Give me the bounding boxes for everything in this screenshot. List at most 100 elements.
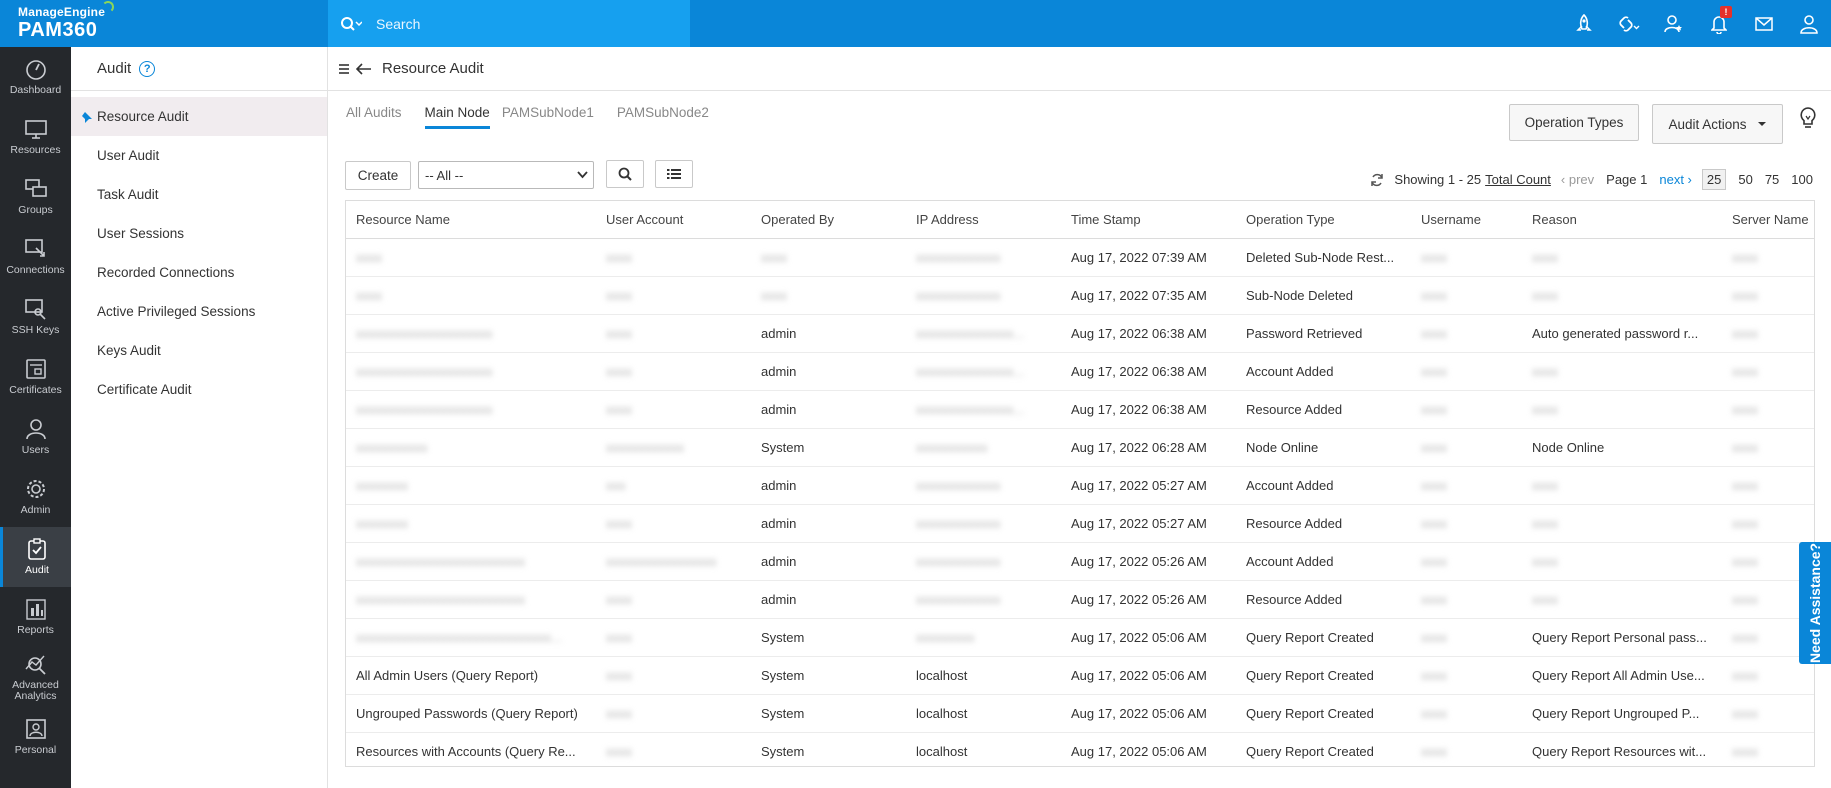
table-row[interactable]: xxxxxxxxxxx xxxxxxxxxxxx System xxxxxxxxxxx… [346,428,1814,467]
rail-item-groups[interactable]: Groups [0,167,71,227]
lightbulb-icon[interactable] [1799,107,1817,131]
table-row[interactable]: xxxxxxxxxxxxxxxxxxxxxxxxxx xxxx admin xxxxx… [346,580,1814,619]
table-row[interactable]: xxxxxxxx xxx admin xxxxxxxxxxxxx Aug 17, 202… [346,466,1814,505]
submenu-item-user-sessions[interactable]: User Sessions [71,214,327,253]
rail-label: Advanced Analytics [12,678,59,702]
submenu-item-active-privileged-sessions[interactable]: Active Privileged Sessions [71,292,327,331]
table-row[interactable]: xxxxxxxxxxxxxxxxxxxxxxxxxxxxxx... xxxx Sys… [346,618,1814,657]
help-icon[interactable]: ? [139,60,156,77]
rail-item-admin[interactable]: Admin [0,467,71,527]
prev-page-button[interactable]: ‹ prev [1561,172,1594,187]
submenu-item-keys-audit[interactable]: Keys Audit [71,331,327,370]
table-search-button[interactable] [606,160,644,188]
table-cell: Query Report Personal pass... [1522,618,1722,657]
submenu-item-resource-audit[interactable]: Resource Audit [71,97,327,136]
table-cell: xxxx [596,732,751,766]
rail-item-users[interactable]: Users [0,407,71,467]
submenu-list: Resource Audit User Audit Task Audit Use… [71,91,327,409]
table-row[interactable]: xxxxxxxx xxxx admin xxxxxxxxxxxxx Aug 17, 20… [346,504,1814,543]
rocket-icon[interactable] [1561,0,1606,47]
column-header[interactable]: Time Stamp [1061,201,1236,239]
page-size-25[interactable]: 25 [1701,169,1727,190]
back-arrow-icon[interactable] [356,62,372,75]
rail-item-certificates[interactable]: Certificates [0,347,71,407]
table-row[interactable]: xxxxxxxxxxxxxxxxxxxxx xxxx admin xxxxxxxxxx… [346,352,1814,391]
table-cell: xxxx [596,580,751,619]
collapse-menu-icon[interactable] [338,63,350,75]
next-page-button[interactable]: next › [1659,172,1692,187]
page-size-100[interactable]: 100 [1791,172,1813,187]
rail-item-dashboard[interactable]: Dashboard [0,47,71,107]
table-row[interactable]: xxxxxxxxxxxxxxxxxxxxx xxxx admin xxxxxxxxxx… [346,314,1814,353]
table-cell: xxxxxxxxxxxxxxx... [906,352,1061,391]
table-row[interactable]: xxxx xxxx xxxx xxxxxxxxxxxxx Aug 17, 2022 07… [346,238,1814,277]
total-count-link[interactable]: Total Count [1485,172,1551,187]
table-cell: System [751,618,906,657]
table-cell: Node Online [1522,428,1722,467]
audit-actions-button[interactable]: Audit Actions [1652,104,1783,144]
table-cell: Query Report Ungrouped P... [1522,694,1722,733]
page-title: Resource Audit [382,60,484,77]
column-header[interactable]: Username [1411,201,1522,239]
rail-item-ssh-keys[interactable]: SSH Keys [0,287,71,347]
column-header[interactable]: Operated By [751,201,906,239]
table-cell: Resources with Accounts (Query Re... [346,732,596,766]
brand-logo[interactable]: ManageEngine PAM360 [0,0,328,47]
search-icon[interactable] [340,16,366,32]
user-star-icon[interactable] [1651,0,1696,47]
rail-item-personal[interactable]: Personal [0,707,71,767]
tab-pamsubnode1[interactable]: PAMSubNode1 [502,105,605,129]
mail-icon[interactable] [1741,0,1786,47]
filter-select[interactable]: -- All -- [418,161,594,189]
dashboard-icon [25,60,46,80]
submenu-item-user-audit[interactable]: User Audit [71,136,327,175]
table-row[interactable]: xxxxxxxxxxxxxxxxxxxxxxxxxx xxxxxxxxxxxxxx… [346,542,1814,581]
create-button[interactable]: Create [345,161,411,190]
table-cell: xxxx [1411,542,1522,581]
table-cell: xxxxxxxxxxxxxxx... [906,314,1061,353]
table-cell: xxxx [1411,504,1522,543]
submenu-item-task-audit[interactable]: Task Audit [71,175,327,214]
table-body: xxxx xxxx xxxx xxxxxxxxxxxxx Aug 17, 2022 07… [346,238,1814,766]
table-cell: xxxx [1722,466,1814,505]
column-header[interactable]: IP Address [906,201,1061,239]
link-settings-icon[interactable] [1606,0,1651,47]
rail-item-audit[interactable]: Audit [0,527,71,587]
search-input[interactable] [376,15,676,32]
table-cell: xxxx [1411,352,1522,391]
rail-item-advanced-analytics[interactable]: Advanced Analytics [0,647,71,707]
column-header[interactable]: Reason [1522,201,1722,239]
table-row[interactable]: xxxx xxxx xxxx xxxxxxxxxxxxx Aug 17, 2022 07… [346,276,1814,315]
operation-types-button[interactable]: Operation Types [1509,104,1639,141]
table-cell: xxxx [1411,238,1522,277]
rail-item-connections[interactable]: Connections [0,227,71,287]
column-header[interactable]: Server Name [1722,201,1814,239]
table-row[interactable]: Resources with Accounts (Query Re... xxxx… [346,732,1814,766]
table-row[interactable]: xxxxxxxxxxxxxxxxxxxxx xxxx admin xxxxxxxxxx… [346,390,1814,429]
profile-icon[interactable] [1786,0,1831,47]
submenu-item-certificate-audit[interactable]: Certificate Audit [71,370,327,409]
tab-main-node[interactable]: Main Node [424,105,490,129]
notification-bell-icon[interactable]: ! [1696,0,1741,47]
submenu-item-recorded-connections[interactable]: Recorded Connections [71,253,327,292]
page-size-50[interactable]: 50 [1738,172,1752,187]
rail-item-reports[interactable]: Reports [0,587,71,647]
tab-all-audits[interactable]: All Audits [346,105,413,129]
table-cell: xxxx [1722,390,1814,429]
refresh-icon[interactable] [1370,173,1384,187]
submenu-item-label: User Sessions [97,226,185,241]
page-size-75[interactable]: 75 [1765,172,1779,187]
rail-label: Admin [20,504,51,516]
table-cell: xxxxxxxxxxxxxxxxx [596,542,751,581]
table-row[interactable]: All Admin Users (Query Report) xxxx System… [346,656,1814,695]
pin-icon[interactable] [81,111,93,123]
table-row[interactable]: Ungrouped Passwords (Query Report) xxxx Sy… [346,694,1814,733]
column-header[interactable]: Resource Name [346,201,596,239]
rail-item-resources[interactable]: Resources [0,107,71,167]
need-assistance-tab[interactable]: Need Assistance? [1799,542,1831,664]
column-header[interactable]: User Account [596,201,751,239]
tab-pamsubnode2[interactable]: PAMSubNode2 [617,105,720,129]
column-chooser-button[interactable] [655,160,693,188]
column-header[interactable]: Operation Type [1236,201,1411,239]
submenu-item-label: Keys Audit [97,343,161,358]
